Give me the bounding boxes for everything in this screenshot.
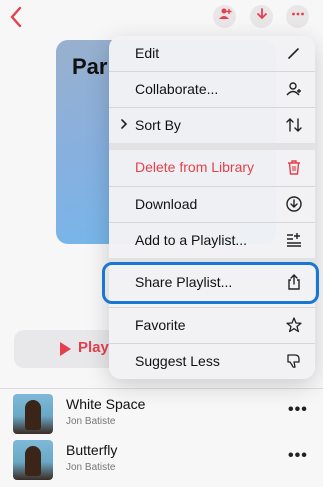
playlist-screen: Par Play White Space Jon Batiste ••• But…: [0, 0, 323, 487]
star-icon: [285, 316, 303, 334]
add-collaborator-button[interactable]: [213, 5, 236, 28]
menu-item-suggest-less[interactable]: Suggest Less: [109, 344, 315, 379]
menu-item-label: Download: [135, 196, 198, 212]
top-bar: [0, 0, 323, 36]
divider: [0, 388, 323, 389]
menu-item-label: Favorite: [135, 317, 186, 333]
menu-item-label: Suggest Less: [135, 353, 220, 369]
sort-arrows-icon: [285, 116, 303, 134]
menu-item-download[interactable]: Download: [109, 187, 315, 222]
play-icon: [60, 342, 71, 356]
menu-item-label: Add to a Playlist...: [135, 232, 248, 248]
menu-item-sort-by[interactable]: Sort By: [109, 108, 315, 143]
person-add-icon: [218, 7, 232, 26]
menu-group-separator: [109, 143, 315, 150]
song-title: Butterfly: [66, 442, 118, 458]
trash-icon: [285, 158, 303, 176]
download-button[interactable]: [250, 5, 273, 28]
playlist-title: Par: [72, 54, 108, 79]
menu-item-favorite[interactable]: Favorite: [109, 308, 315, 343]
menu-item-add-to-playlist[interactable]: Add to a Playlist...: [109, 223, 315, 258]
album-art: [13, 394, 53, 434]
menu-item-collaborate[interactable]: Collaborate...: [109, 72, 315, 107]
context-menu: Edit Collaborate... Sort By Delete from …: [109, 36, 315, 379]
menu-item-label: Collaborate...: [135, 81, 219, 97]
ellipsis-icon: [291, 7, 305, 26]
song-artist: Jon Batiste: [66, 462, 116, 473]
thumbs-down-icon: [285, 352, 303, 370]
add-to-playlist-icon: [285, 231, 303, 249]
play-label: Play: [78, 339, 109, 356]
song-more-icon[interactable]: •••: [288, 401, 308, 419]
menu-item-delete-from-library[interactable]: Delete from Library: [109, 150, 315, 185]
download-circle-icon: [285, 195, 303, 213]
menu-item-label: Edit: [135, 45, 160, 61]
share-playlist-highlight: [102, 262, 319, 304]
menu-item-label: Sort By: [135, 117, 181, 133]
chevron-right-icon: [120, 118, 128, 133]
back-chevron-icon[interactable]: [6, 4, 28, 30]
menu-item-edit[interactable]: Edit: [109, 36, 315, 71]
song-title: White Space: [66, 396, 146, 412]
download-arrow-icon: [255, 7, 269, 26]
song-row[interactable]: White Space Jon Batiste •••: [0, 394, 323, 436]
song-row[interactable]: Butterfly Jon Batiste •••: [0, 440, 323, 482]
person-add-icon: [285, 80, 303, 98]
pencil-icon: [285, 44, 303, 62]
menu-item-label: Delete from Library: [135, 159, 255, 175]
album-art: [13, 440, 53, 480]
more-button[interactable]: [286, 5, 309, 28]
song-more-icon[interactable]: •••: [288, 447, 308, 465]
song-artist: Jon Batiste: [66, 416, 116, 427]
